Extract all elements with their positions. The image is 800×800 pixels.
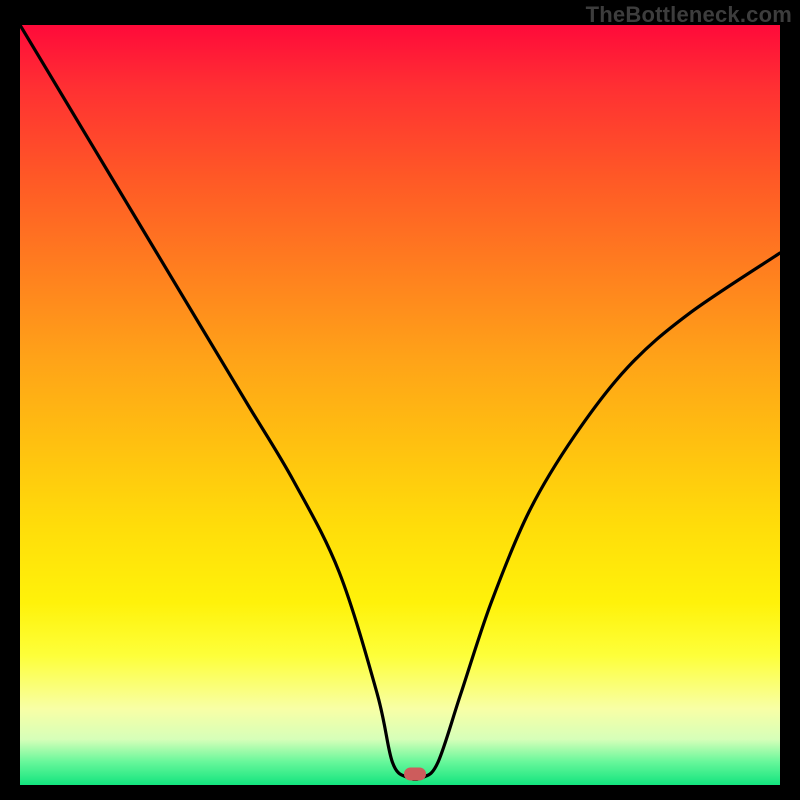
optimum-marker [404,767,426,780]
bottleneck-curve [20,25,780,785]
chart-frame: TheBottleneck.com [0,0,800,800]
watermark-text: TheBottleneck.com [586,2,792,28]
plot-area [20,25,780,785]
